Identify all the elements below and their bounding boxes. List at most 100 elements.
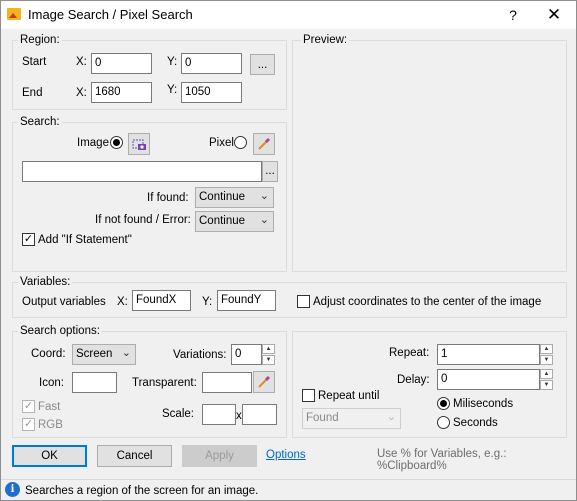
spin-up-icon[interactable]: ▲	[540, 344, 553, 354]
output-y-input[interactable]: FoundY	[217, 290, 276, 311]
spin-down-icon[interactable]: ▼	[262, 355, 275, 365]
image-file-browse-button[interactable]: ...	[262, 161, 278, 182]
info-icon: i	[5, 482, 20, 497]
coord-value: Screen	[76, 348, 113, 360]
spin-up-icon[interactable]: ▲	[540, 369, 553, 379]
chevron-down-icon: ⌄	[259, 214, 269, 226]
icon-label: Icon:	[39, 377, 64, 389]
chevron-down-icon: ⌄	[121, 347, 131, 359]
image-radio[interactable]	[110, 136, 123, 149]
seconds-radio[interactable]	[437, 416, 450, 429]
end-x-input[interactable]: 1680	[91, 82, 152, 103]
output-y-label: Y:	[202, 296, 213, 308]
help-button[interactable]: ?	[496, 3, 530, 27]
repeat-label: Repeat:	[389, 347, 430, 359]
scale-height-input[interactable]	[242, 404, 277, 425]
spin-down-icon[interactable]: ▼	[540, 380, 553, 390]
variations-spinner[interactable]: ▲ ▼	[262, 344, 275, 365]
end-x-label: X:	[76, 87, 87, 99]
ok-button[interactable]: OK	[12, 445, 87, 467]
center-coords-label: Adjust coordinates to the center of the …	[313, 296, 542, 308]
region-label: Region:	[18, 34, 62, 47]
repeat-spinner[interactable]: ▲ ▼	[540, 344, 553, 365]
image-search-dialog: Image Search / Pixel Search ? ✕ Region: …	[0, 0, 577, 501]
repeat-until-checkbox[interactable]	[302, 389, 315, 402]
repeat-until-value: Found	[306, 412, 339, 424]
center-coords-checkbox[interactable]	[297, 295, 310, 308]
region-browse-button[interactable]: ...	[250, 54, 275, 75]
status-text: Searches a region of the screen for an i…	[25, 485, 259, 497]
eyedropper-icon	[258, 375, 271, 388]
milliseconds-radio[interactable]	[437, 397, 450, 410]
start-y-input[interactable]: 0	[181, 53, 242, 74]
window-title: Image Search / Pixel Search	[28, 7, 193, 22]
output-x-input[interactable]: FoundX	[132, 290, 191, 311]
seconds-label: Seconds	[453, 417, 498, 429]
repeat-until-select[interactable]: Found ⌄	[302, 408, 401, 429]
close-button[interactable]: ✕	[537, 3, 571, 27]
milliseconds-label: Miliseconds	[453, 398, 514, 410]
preview-group: Preview:	[292, 34, 567, 272]
transparent-label: Transparent:	[132, 377, 197, 389]
start-x-input[interactable]: 0	[91, 53, 152, 74]
start-y-label: Y:	[167, 56, 178, 68]
end-y-input[interactable]: 1050	[181, 82, 242, 103]
coord-select[interactable]: Screen ⌄	[72, 344, 136, 365]
cancel-button[interactable]: Cancel	[97, 445, 172, 467]
variables-label: Variables:	[18, 276, 73, 289]
add-if-statement-label: Add "If Statement"	[38, 234, 132, 246]
apply-button[interactable]: Apply	[182, 445, 257, 467]
color-picker-button[interactable]	[253, 133, 275, 155]
preview-label: Preview:	[301, 34, 350, 47]
end-y-label: Y:	[167, 84, 178, 96]
coord-label: Coord:	[31, 348, 66, 360]
image-radio-label: Image	[77, 137, 109, 149]
output-variables-label: Output variables	[22, 296, 106, 308]
variations-label: Variations:	[173, 349, 227, 361]
chevron-down-icon: ⌄	[259, 190, 269, 202]
if-not-found-select[interactable]: Continue ⌄	[195, 211, 274, 232]
transparent-input[interactable]	[202, 372, 252, 393]
title-bar: Image Search / Pixel Search ? ✕	[1, 1, 576, 29]
delay-input[interactable]: 0	[437, 369, 540, 390]
delay-label: Delay:	[397, 374, 430, 386]
transparent-color-picker-button[interactable]	[253, 371, 275, 393]
variables-hint: Use % for Variables, e.g.: %Clipboard%	[377, 448, 507, 472]
chevron-down-icon: ⌄	[386, 411, 396, 423]
options-link[interactable]: Options	[266, 449, 306, 461]
if-found-value: Continue	[199, 191, 246, 203]
spin-down-icon[interactable]: ▼	[540, 355, 553, 365]
end-label: End	[22, 87, 43, 99]
image-file-input[interactable]	[22, 161, 262, 182]
search-options-label: Search options:	[18, 325, 102, 338]
pixel-radio[interactable]	[234, 136, 247, 149]
pixel-radio-label: Pixel	[209, 137, 234, 149]
scale-x-label: x	[236, 410, 242, 422]
if-not-found-value: Continue	[199, 215, 246, 227]
output-x-label: X:	[117, 296, 128, 308]
scale-label: Scale:	[162, 408, 194, 420]
variations-input[interactable]: 0	[231, 344, 262, 365]
status-bar: i Searches a region of the screen for an…	[1, 479, 576, 500]
spin-up-icon[interactable]: ▲	[262, 344, 275, 354]
fast-checkbox[interactable]: ✓	[22, 400, 35, 413]
start-label: Start	[22, 56, 47, 68]
camera-icon	[132, 139, 146, 150]
eyedropper-icon	[258, 137, 271, 150]
rgb-checkbox[interactable]: ✓	[22, 418, 35, 431]
start-x-label: X:	[76, 56, 87, 68]
app-icon	[7, 8, 21, 20]
fast-label: Fast	[38, 401, 61, 413]
repeat-input[interactable]: 1	[437, 344, 540, 365]
search-label: Search:	[18, 116, 62, 129]
delay-spinner[interactable]: ▲ ▼	[540, 369, 553, 390]
rgb-label: RGB	[38, 419, 63, 431]
capture-image-button[interactable]	[128, 133, 150, 155]
icon-input[interactable]	[72, 372, 117, 393]
if-found-select[interactable]: Continue ⌄	[195, 187, 274, 208]
repeat-until-label: Repeat until	[318, 390, 380, 402]
scale-width-input[interactable]	[202, 404, 236, 425]
if-not-found-label: If not found / Error:	[95, 214, 191, 226]
add-if-statement-checkbox[interactable]: ✓	[22, 233, 35, 246]
if-found-label: If found:	[147, 192, 189, 204]
